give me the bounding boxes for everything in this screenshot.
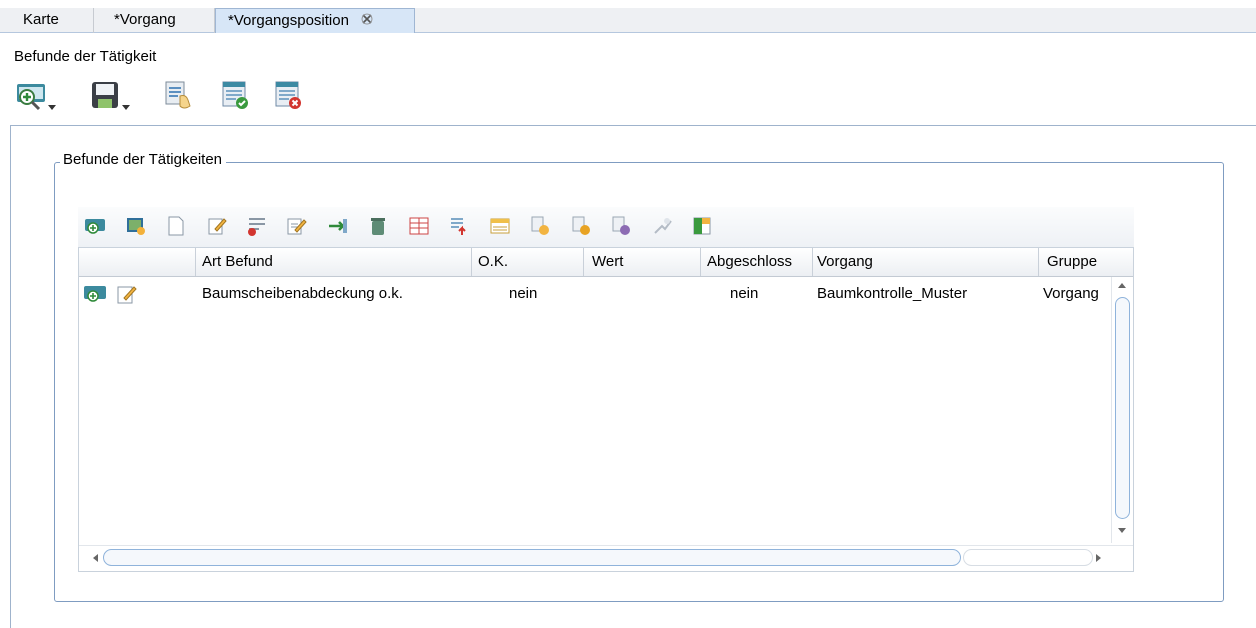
multi-edit-icon[interactable] bbox=[286, 215, 308, 237]
vertical-scroll-thumb[interactable] bbox=[1115, 297, 1130, 519]
trash-icon[interactable] bbox=[367, 215, 389, 237]
column-header-ok[interactable]: O.K. bbox=[472, 248, 584, 276]
horizontal-scroll-thumb[interactable] bbox=[103, 549, 961, 566]
groupbox-title: Befunde der Tätigkeiten bbox=[60, 151, 227, 168]
map-icon[interactable] bbox=[125, 215, 147, 237]
column-header-art-befund[interactable]: Art Befund bbox=[196, 248, 472, 276]
dropdown-arrow-icon bbox=[48, 105, 56, 110]
view-icon[interactable] bbox=[84, 215, 106, 237]
export-icon[interactable] bbox=[448, 215, 470, 237]
edit-icon[interactable] bbox=[115, 283, 139, 305]
tab-label: Karte bbox=[23, 11, 59, 28]
view-dropdown-icon bbox=[17, 84, 45, 111]
findings-table: Art Befund O.K. Wert Abgeschloss Vorgang… bbox=[78, 247, 1134, 572]
tab-vorgang[interactable]: *Vorgang bbox=[94, 8, 215, 33]
scroll-right-icon[interactable] bbox=[1096, 554, 1101, 562]
edit-select-button[interactable] bbox=[162, 78, 206, 116]
section-title: Befunde der Tätigkeit bbox=[14, 48, 157, 65]
cell-art-befund: Baumscheibenabdeckung o.k. bbox=[202, 285, 403, 302]
transfer-icon[interactable] bbox=[327, 215, 349, 237]
save-dropdown-icon bbox=[92, 82, 118, 108]
column-header-actions[interactable] bbox=[79, 248, 196, 276]
column-header-vorgang[interactable]: Vorgang bbox=[813, 248, 1039, 276]
column-header-gruppe[interactable]: Gruppe bbox=[1039, 248, 1133, 276]
form-accept-button[interactable] bbox=[219, 78, 263, 116]
edit-select-icon bbox=[165, 81, 191, 109]
doc-yellow-icon[interactable] bbox=[570, 215, 592, 237]
scroll-down-icon[interactable] bbox=[1118, 528, 1126, 533]
horizontal-scroll-track[interactable] bbox=[963, 549, 1093, 566]
save-dropdown-button[interactable] bbox=[88, 78, 132, 116]
column-header-wert[interactable]: Wert bbox=[584, 248, 701, 276]
vertical-scrollbar[interactable] bbox=[1111, 277, 1133, 543]
multi-delete-icon[interactable] bbox=[246, 215, 268, 237]
doc-purple-icon[interactable] bbox=[610, 215, 632, 237]
tab-karte[interactable]: Karte bbox=[0, 8, 94, 33]
link-icon[interactable] bbox=[651, 215, 673, 237]
table-header: Art Befund O.K. Wert Abgeschloss Vorgang… bbox=[79, 248, 1133, 277]
tab-label: *Vorgangsposition bbox=[228, 12, 349, 29]
cell-ok: nein bbox=[509, 285, 538, 302]
app-window: Karte *Vorgang *Vorgangsposition Befunde… bbox=[0, 0, 1256, 628]
list-icon[interactable] bbox=[489, 215, 511, 237]
tab-label: *Vorgang bbox=[114, 11, 176, 28]
view-dropdown-button[interactable] bbox=[14, 78, 58, 116]
cell-abgeschlossen: nein bbox=[730, 285, 759, 302]
scroll-up-icon[interactable] bbox=[1118, 283, 1126, 288]
cell-vorgang: Baumkontrolle_Muster bbox=[817, 285, 968, 302]
scroll-left-icon[interactable] bbox=[93, 554, 98, 562]
horizontal-scrollbar[interactable] bbox=[79, 545, 1133, 571]
table-toolbar bbox=[78, 207, 1134, 247]
tab-vorgangsposition[interactable]: *Vorgangsposition bbox=[215, 8, 415, 33]
edit-icon[interactable] bbox=[206, 215, 228, 237]
form-reject-icon bbox=[275, 81, 301, 109]
table-config-icon[interactable] bbox=[691, 215, 713, 237]
table-row[interactable]: Baumscheibenabdeckung o.k. nein nein Bau… bbox=[79, 278, 1112, 310]
form-reject-button[interactable] bbox=[272, 78, 316, 116]
close-tab-icon[interactable] bbox=[361, 9, 373, 32]
cell-gruppe: Vorgang bbox=[1043, 285, 1099, 302]
column-header-abgeschlossen[interactable]: Abgeschloss bbox=[701, 248, 813, 276]
form-accept-icon bbox=[222, 81, 248, 109]
dropdown-arrow-icon bbox=[122, 105, 130, 110]
table-icon[interactable] bbox=[408, 215, 430, 237]
view-icon[interactable] bbox=[83, 283, 107, 305]
doc-add-icon[interactable] bbox=[529, 215, 551, 237]
new-icon[interactable] bbox=[165, 215, 187, 237]
tab-bar: Karte *Vorgang *Vorgangsposition bbox=[0, 8, 1256, 33]
